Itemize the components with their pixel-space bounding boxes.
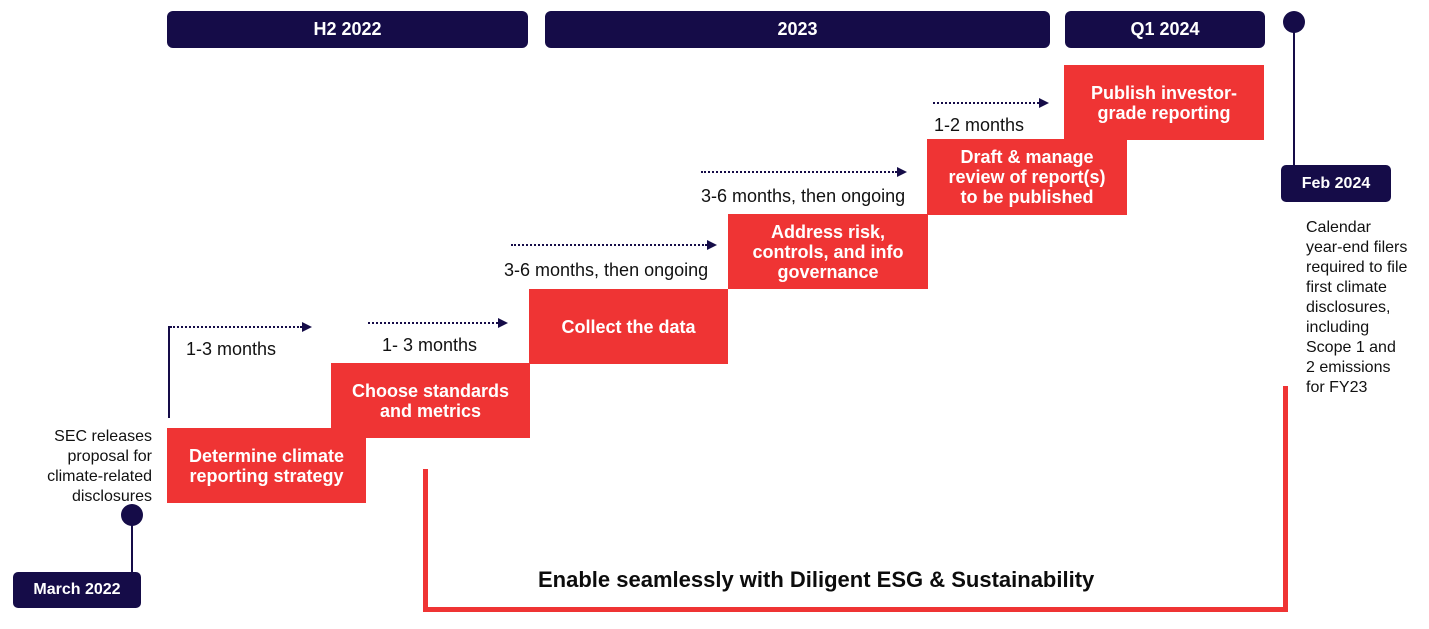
milestone-date-label: Feb 2024 xyxy=(1301,174,1371,192)
period-label: 2023 xyxy=(777,19,818,39)
duration-arrow-icon xyxy=(368,318,508,328)
bracket-left-line xyxy=(423,469,428,612)
step-draft-review: Draft & manage review of report(s) to be… xyxy=(927,139,1127,215)
duration-arrow-icon xyxy=(170,322,312,332)
step-publish-reporting: Publish investor- grade reporting xyxy=(1064,65,1264,140)
duration-arrow-icon xyxy=(511,240,717,250)
duration-label: 3-6 months, then ongoing xyxy=(701,186,906,206)
period-label: Q1 2024 xyxy=(1130,19,1200,39)
step-label: Collect the data xyxy=(561,316,696,337)
duration-arrow-icon xyxy=(701,167,907,177)
period-label: H2 2022 xyxy=(313,19,382,39)
step-choose-standards: Choose standards and metrics xyxy=(331,363,530,438)
start-milestone-line xyxy=(131,522,133,572)
start-milestone-date: March 2022 xyxy=(13,572,141,608)
step-address-risk: Address risk, controls, and info governa… xyxy=(728,214,928,289)
duration-arrow-icon xyxy=(933,98,1049,108)
step-collect-data: Collect the data xyxy=(529,289,728,364)
step-label: Determine climate reporting strategy xyxy=(188,445,345,486)
bracket-bottom-line xyxy=(423,607,1288,612)
step-label: Publish investor- grade reporting xyxy=(1090,82,1238,123)
bracket-right-line xyxy=(1283,386,1288,612)
end-milestone-line xyxy=(1293,30,1295,166)
period-2023: 2023 xyxy=(545,11,1050,48)
duration-bracket-line xyxy=(168,326,170,418)
start-milestone-note: SEC releases proposal for climate-relate… xyxy=(47,428,152,505)
step-determine-strategy: Determine climate reporting strategy xyxy=(167,428,366,503)
end-milestone-note: Calendar year-end filers required to fil… xyxy=(1306,219,1408,396)
end-milestone-date: Feb 2024 xyxy=(1281,165,1391,202)
enablement-banner: Enable seamlessly with Diligent ESG & Su… xyxy=(538,567,1095,592)
milestone-date-label: March 2022 xyxy=(33,581,121,598)
step-label: Draft & manage review of report(s) to be… xyxy=(948,147,1106,207)
period-h2-2022: H2 2022 xyxy=(167,11,528,48)
duration-label: 3-6 months, then ongoing xyxy=(504,260,709,280)
duration-label: 1-3 months xyxy=(186,339,277,359)
duration-label: 1- 3 months xyxy=(382,335,478,355)
step-label: Address risk, controls, and info governa… xyxy=(752,221,904,282)
step-label: Choose standards and metrics xyxy=(351,380,510,421)
period-q1-2024: Q1 2024 xyxy=(1065,11,1265,48)
duration-label: 1-2 months xyxy=(934,115,1025,135)
